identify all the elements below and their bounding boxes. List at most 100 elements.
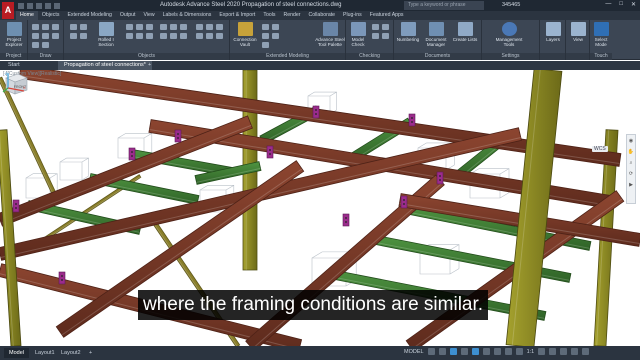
bolt-4b[interactable]: [439, 179, 441, 181]
document-manager-button[interactable]: Document Manager: [422, 22, 450, 47]
tab-propagation-drawing[interactable]: Propagation of steel connections*: [58, 61, 152, 70]
audit-icon[interactable]: [382, 24, 389, 30]
model-space-toggle[interactable]: MODEL: [404, 349, 424, 355]
circle-icon[interactable]: [52, 24, 59, 30]
polar-tracking-icon[interactable]: [460, 348, 468, 355]
isolate-objects-icon[interactable]: [549, 348, 557, 355]
building-icon[interactable]: [170, 24, 177, 30]
add-layout-icon[interactable]: +: [84, 348, 97, 358]
clean-screen-icon[interactable]: [571, 348, 579, 355]
column-icon[interactable]: [70, 24, 77, 30]
selection-cycling-icon[interactable]: [504, 348, 512, 355]
annotation-scale[interactable]: 1:1: [527, 349, 535, 355]
search-input[interactable]: Type a keyword or phrase: [404, 1, 484, 10]
tab-output[interactable]: Output: [116, 11, 140, 20]
tab-model[interactable]: Model: [4, 348, 29, 358]
ortho-mode-icon[interactable]: [449, 348, 457, 355]
truss-icon[interactable]: [170, 33, 177, 39]
spline-icon[interactable]: [52, 33, 59, 39]
collision-icon[interactable]: [382, 33, 389, 39]
end-plate-3[interactable]: [12, 199, 20, 213]
purlin-icon[interactable]: [160, 33, 167, 39]
bolt-icon[interactable]: [80, 33, 87, 39]
customization-icon[interactable]: [582, 348, 590, 355]
stair-icon[interactable]: [146, 24, 153, 30]
tab-export-import[interactable]: Export & Import: [215, 11, 259, 20]
ucs-icon[interactable]: [206, 24, 213, 30]
pan-icon[interactable]: ✋: [628, 149, 634, 155]
bolt-5a[interactable]: [345, 217, 347, 219]
wcs-menu[interactable]: WCS: [592, 146, 608, 152]
grid-display-icon[interactable]: [427, 348, 435, 355]
tab-render[interactable]: Render: [279, 11, 304, 20]
end-plate-2[interactable]: [266, 145, 274, 159]
open-icon[interactable]: [27, 2, 33, 9]
end-plate-7[interactable]: [58, 271, 66, 285]
app-logo[interactable]: A: [2, 2, 14, 19]
column-front-left[interactable]: [0, 129, 22, 346]
checking-report-icon[interactable]: [372, 33, 379, 39]
filter-icon[interactable]: [216, 24, 223, 30]
grid-icon[interactable]: [160, 24, 167, 30]
tab-start[interactable]: Start: [2, 61, 26, 70]
line-icon[interactable]: [32, 24, 39, 30]
bolt-2a[interactable]: [269, 149, 271, 151]
annotation-visibility-icon[interactable]: [515, 348, 523, 355]
column-front-right[interactable]: [505, 70, 563, 346]
end-plate-0[interactable]: [174, 129, 182, 143]
undo-icon[interactable]: [45, 2, 51, 9]
management-tools-button[interactable]: Management Tools: [492, 22, 526, 47]
end-plate-5[interactable]: [342, 213, 350, 227]
mark-icon[interactable]: [206, 33, 213, 39]
connection-box-2[interactable]: [59, 157, 89, 181]
bolt-0a[interactable]: [177, 133, 179, 135]
save-icon[interactable]: [36, 2, 42, 9]
new-tab-icon[interactable]: +: [148, 61, 151, 70]
bolt-6b[interactable]: [403, 203, 405, 205]
layers-button[interactable]: Layers: [540, 22, 566, 42]
model-viewport[interactable]: [-][Custom View][Realistic] FRONT WCS ◉ …: [0, 70, 640, 346]
end-plate-1[interactable]: [128, 147, 136, 161]
tab-featured-apps[interactable]: Featured Apps: [366, 11, 408, 20]
redo-icon[interactable]: [54, 2, 60, 9]
unmark-icon[interactable]: [216, 33, 223, 39]
maximize-icon[interactable]: □: [619, 1, 623, 8]
clash-check-icon[interactable]: [372, 24, 379, 30]
tool-palette-button[interactable]: Advance Steel Tool Palette: [314, 22, 346, 47]
bolt-1a[interactable]: [131, 151, 133, 153]
hatch-icon[interactable]: [32, 42, 39, 48]
transfer-properties-icon[interactable]: [262, 42, 269, 48]
close-icon[interactable]: ✕: [631, 1, 636, 8]
camera-icon[interactable]: [196, 24, 203, 30]
bolt-7a[interactable]: [61, 275, 63, 277]
tab-objects[interactable]: Objects: [38, 11, 64, 20]
object-snap-icon[interactable]: [471, 348, 479, 355]
rolled-i-section-button[interactable]: Rolled I Section: [92, 22, 120, 47]
bolt-1b[interactable]: [131, 155, 133, 157]
bolt-5b[interactable]: [345, 221, 347, 223]
tab-plug-ins[interactable]: Plug-ins: [339, 11, 366, 20]
update-connection-icon[interactable]: [272, 24, 279, 30]
bolt-3a[interactable]: [15, 203, 17, 205]
osnap-tracking-icon[interactable]: [482, 348, 490, 355]
end-plate-8[interactable]: [312, 105, 320, 119]
bolt-9a[interactable]: [411, 117, 413, 119]
tab-labels-dimensions[interactable]: Labels & Dimensions: [159, 11, 216, 20]
end-plate-6[interactable]: [400, 195, 408, 209]
project-explorer-button[interactable]: Project Explorer: [0, 22, 28, 47]
select-mode-button[interactable]: Select Mode: [590, 22, 612, 47]
lineweight-icon[interactable]: [493, 348, 501, 355]
bolt-8b[interactable]: [315, 113, 317, 115]
connection-vault-button[interactable]: Connection Vault: [231, 22, 259, 47]
polyline-icon[interactable]: [42, 24, 49, 30]
copy-connection-icon[interactable]: [262, 24, 269, 30]
hardware-acceleration-icon[interactable]: [560, 348, 568, 355]
end-plate-9[interactable]: [408, 113, 416, 127]
arc-icon[interactable]: [32, 33, 39, 39]
zoom-icon[interactable]: ⌕: [630, 160, 633, 166]
search-objects-icon[interactable]: [196, 33, 203, 39]
weld-icon[interactable]: [136, 33, 143, 39]
steering-wheel-icon[interactable]: ◉: [629, 138, 633, 144]
minimize-icon[interactable]: —: [605, 1, 611, 8]
rectangle-icon[interactable]: [42, 33, 49, 39]
